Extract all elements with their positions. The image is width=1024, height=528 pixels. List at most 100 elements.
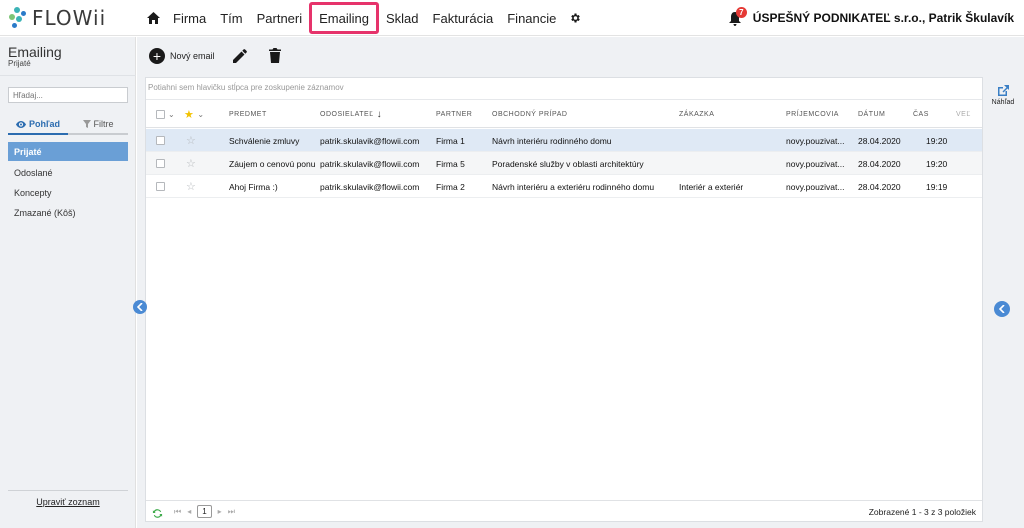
star-column-header[interactable]: ★ ⌄ — [184, 100, 205, 128]
cell-sender: patrik.skulavik@flowii.com — [320, 181, 420, 192]
chevron-down-icon[interactable]: ⌄ — [168, 110, 175, 119]
eye-icon — [16, 120, 27, 128]
row-checkbox[interactable] — [156, 175, 165, 198]
filter-icon — [82, 120, 91, 128]
row-checkbox[interactable] — [156, 152, 165, 175]
cell-subject: Záujem o cenovú ponu — [229, 158, 316, 169]
tab-pohlad-label: Pohľad — [29, 119, 60, 129]
nav-partneri[interactable]: Partneri — [250, 0, 310, 36]
current-page[interactable]: 1 — [197, 505, 212, 518]
page-title: Emailing — [8, 44, 62, 60]
flowii-logo-icon — [8, 7, 28, 29]
cell-date: 28.04.2020 — [858, 181, 901, 192]
email-grid: Potiahni sem hlavičku stĺpca pre zoskupe… — [145, 77, 983, 522]
sort-down-icon: ↓ — [376, 108, 383, 120]
cell-order: Interiér a exteriér — [679, 181, 744, 192]
cell-case: Návrh interiéru a exteriéru rodinného do… — [492, 181, 655, 192]
top-bar: FLOWii Firma Tím Partneri Emailing Sklad… — [0, 0, 1024, 36]
star-icon: ★ — [184, 108, 195, 121]
sidebar-item-koncepty[interactable]: Koncepty — [8, 183, 128, 202]
plus-circle-icon: + — [149, 48, 165, 64]
cell-subject: Ahoj Firma :) — [229, 181, 278, 192]
cell-partner: Firma 1 — [436, 135, 465, 146]
tab-pohlad[interactable]: Pohľad — [8, 115, 68, 135]
cell-recipients: novy.pouzivat... — [786, 158, 845, 169]
select-all-checkbox[interactable]: ⌄ — [156, 100, 175, 128]
trash-icon[interactable] — [269, 48, 281, 68]
home-icon[interactable] — [140, 0, 166, 36]
expand-preview-button[interactable] — [994, 301, 1010, 317]
star-outline-icon[interactable]: ☆ — [186, 175, 196, 198]
open-external-icon — [997, 85, 1009, 96]
edit-icon[interactable] — [233, 49, 247, 68]
cell-case: Návrh interiéru rodinného domu — [492, 135, 612, 146]
preview-button[interactable]: Náhľad — [988, 84, 1018, 106]
sidebar: Emailing Prijaté Pohľad Filtre Prijaté O… — [0, 37, 136, 528]
cell-date: 28.04.2020 — [858, 135, 901, 146]
first-page-icon[interactable]: ⏮ — [174, 507, 181, 517]
nav-fakturacia[interactable]: Fakturácia — [426, 0, 501, 36]
cell-sender: patrik.skulavik@flowii.com — [320, 158, 420, 169]
sidebar-tabs: Pohľad Filtre — [8, 115, 128, 135]
prev-page-icon[interactable]: ◂ — [187, 507, 191, 516]
col-header-time[interactable]: ČAS — [913, 100, 929, 128]
manage-list-link[interactable]: Upraviť zoznam — [0, 497, 136, 507]
new-email-label: Nový email — [170, 51, 215, 61]
col-header-recipients[interactable]: PRÍJEMCOVIA — [786, 100, 839, 128]
col-header-date[interactable]: DÁTUM — [858, 100, 885, 128]
cell-time: 19:19 — [926, 181, 948, 192]
main-nav: Firma Tím Partneri Emailing Sklad Faktur… — [140, 0, 587, 36]
cell-recipients: novy.pouzivat... — [786, 135, 845, 146]
cell-case: Poradenské služby v oblasti architektúry — [492, 158, 644, 169]
table-row[interactable]: ☆ Ahoj Firma :) patrik.skulavik@flowii.c… — [146, 175, 982, 198]
notification-bell-icon[interactable]: 7 — [728, 7, 747, 27]
nav-tim[interactable]: Tím — [213, 0, 249, 36]
page-subtitle: Prijaté — [8, 59, 31, 68]
col-header-sender[interactable]: ODOSIELATEĽ ↓ — [320, 100, 382, 128]
sidebar-item-prijate[interactable]: Prijaté — [8, 142, 128, 161]
refresh-icon[interactable] — [152, 506, 163, 524]
col-header-more[interactable]: VEĽ — [956, 100, 971, 128]
nav-financie[interactable]: Financie — [500, 0, 563, 36]
col-header-sender-label: ODOSIELATEĽ — [320, 110, 374, 118]
table-row[interactable]: ☆ Schválenie zmluvy patrik.skulavik@flow… — [146, 129, 982, 152]
item-count: Zobrazené 1 - 3 z 3 položiek — [868, 507, 976, 517]
col-header-partner[interactable]: PARTNER — [436, 100, 472, 128]
gear-icon[interactable] — [563, 0, 587, 36]
col-header-order[interactable]: ZÁKAZKA — [679, 100, 714, 128]
nav-emailing[interactable]: Emailing — [309, 2, 379, 34]
star-outline-icon[interactable]: ☆ — [186, 129, 196, 152]
logo[interactable]: FLOWii — [8, 6, 106, 30]
nav-firma[interactable]: Firma — [166, 0, 213, 36]
company-name[interactable]: ÚSPEŠNÝ PODNIKATEĽ s.r.o., Patrik Škulav… — [753, 11, 1014, 25]
logo-text: FLOWii — [32, 6, 107, 30]
grid-header: ⌄ ★ ⌄ PREDMET ODOSIELATEĽ ↓ PARTNER OBCHOD… — [146, 100, 982, 128]
col-header-case[interactable]: OBCHODNÝ PRÍPAD — [492, 100, 567, 128]
tab-filtre-label: Filtre — [93, 119, 114, 129]
cell-sender: patrik.skulavik@flowii.com — [320, 135, 420, 146]
chevron-left-icon — [137, 303, 143, 311]
cell-date: 28.04.2020 — [858, 158, 901, 169]
sidebar-item-odoslane[interactable]: Odoslané — [8, 163, 128, 182]
collapse-sidebar-button[interactable] — [133, 300, 147, 314]
tab-filtre[interactable]: Filtre — [68, 115, 128, 135]
cell-recipients: novy.pouzivat... — [786, 181, 845, 192]
table-row[interactable]: ☆ Záujem o cenovú ponu patrik.skulavik@f… — [146, 152, 982, 175]
cell-time: 19:20 — [926, 158, 948, 169]
col-header-subject[interactable]: PREDMET — [229, 100, 267, 128]
cell-partner: Firma 5 — [436, 158, 465, 169]
last-page-icon[interactable]: ⏭ — [228, 507, 235, 517]
sidebar-divider — [0, 75, 136, 76]
group-by-hint[interactable]: Potiahni sem hlavičku stĺpca pre zoskupe… — [146, 78, 982, 100]
new-email-button[interactable]: + Nový email — [149, 48, 215, 64]
nav-sklad[interactable]: Sklad — [379, 0, 426, 36]
company-area: 7 ÚSPEŠNÝ PODNIKATEĽ s.r.o., Patrik Škul… — [728, 0, 1014, 36]
sidebar-search-input[interactable] — [8, 87, 128, 103]
star-outline-icon[interactable]: ☆ — [186, 152, 196, 175]
next-page-icon[interactable]: ▸ — [218, 507, 222, 516]
row-checkbox[interactable] — [156, 129, 165, 152]
notification-badge: 7 — [735, 7, 747, 18]
sidebar-item-zmazane[interactable]: Zmazané (Kôš) — [8, 203, 128, 222]
pager: ⏮ ◂ 1 ▸ ⏭ — [174, 505, 241, 518]
cell-subject: Schválenie zmluvy — [229, 135, 300, 146]
